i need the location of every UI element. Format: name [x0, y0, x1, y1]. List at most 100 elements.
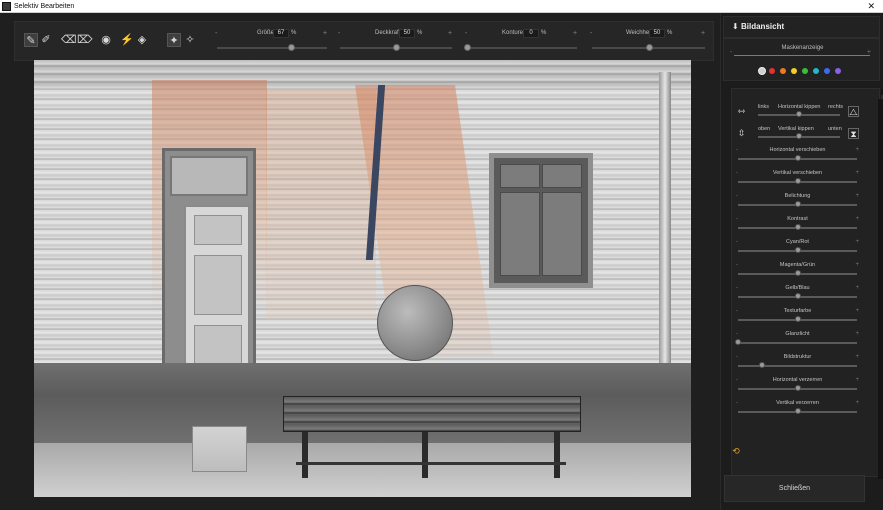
eraser-icon[interactable]: ⌫ — [61, 33, 77, 47]
flip-v-icon[interactable]: ⇳ — [736, 128, 747, 139]
window-title: Selektiv Bearbeiten — [14, 3, 75, 10]
mask-display-box: - Maskenanzeige + — [723, 38, 880, 81]
adjustment-slider[interactable]: - Magenta/Grün + — [736, 262, 859, 282]
adjustment-knob[interactable] — [794, 201, 801, 207]
adjustment-knob[interactable] — [794, 224, 801, 230]
adjustment-knob[interactable] — [735, 339, 741, 345]
opacity-value[interactable]: 50 — [399, 29, 415, 38]
opacity-slider[interactable]: - Deckkraft 50 % + — [338, 28, 455, 58]
adjustment-knob[interactable] — [794, 385, 801, 391]
auto-icon[interactable]: ✧ — [183, 33, 197, 47]
adjustment-slider[interactable]: - Vertikal verzerren + — [736, 400, 859, 420]
adjustment-slider[interactable]: - Horizontal verschieben + — [736, 147, 859, 167]
adjustment-slider[interactable]: - Cyan/Rot + — [736, 239, 859, 259]
wand-icon[interactable]: ⚡ — [120, 33, 134, 47]
adjustment-label: Texturfarbe — [783, 308, 812, 314]
adjustment-knob[interactable] — [794, 270, 801, 276]
adjustment-knob[interactable] — [794, 247, 801, 253]
image-canvas[interactable] — [34, 60, 691, 497]
adjustment-knob[interactable] — [794, 178, 801, 184]
title-bar: Selektiv Bearbeiten ✕ — [0, 0, 883, 13]
softness-knob[interactable] — [645, 44, 653, 51]
contours-slider[interactable]: - Konturen 0 % + — [464, 28, 580, 58]
adjustment-label: Bildstruktur — [783, 354, 812, 360]
mask-color-swatch[interactable] — [758, 67, 766, 75]
flip-horizontal-row: ⇿ links Horizontal kippen rechts ⧍ — [736, 104, 859, 117]
adjustment-knob[interactable] — [794, 155, 801, 161]
right-scrollbar[interactable] — [878, 99, 883, 479]
bench — [283, 396, 581, 432]
size-track[interactable] — [217, 47, 327, 49]
color-mask-stroke — [266, 90, 376, 320]
adjustment-knob[interactable] — [794, 316, 801, 322]
reset-icon[interactable]: ⟲ — [730, 445, 742, 457]
flip-h-icon[interactable]: ⇿ — [736, 106, 747, 117]
window — [489, 153, 593, 288]
adjustment-slider[interactable]: - Texturfarbe + — [736, 308, 859, 328]
adjustment-label: Vertikal verschieben — [772, 170, 823, 176]
mask-color-swatch[interactable] — [791, 68, 797, 74]
ground — [34, 443, 691, 497]
bench-leg — [302, 432, 308, 478]
view-header[interactable]: ⬇ Bildansicht — [723, 16, 880, 38]
main-area: ✎ ✐ ⌫ ⌦ ◉ ⚡ ◈ ✦ ✧ - Größe 67 % + - Deckk… — [0, 13, 720, 510]
adjustment-knob[interactable] — [794, 293, 801, 299]
adjustment-slider[interactable]: - Bildstruktur + — [736, 354, 859, 374]
roof-area — [34, 60, 691, 88]
adjustment-label: Belichtung — [784, 193, 811, 199]
fill-icon[interactable]: ◈ — [135, 33, 149, 47]
softness-value[interactable]: 50 — [649, 29, 665, 38]
adjustment-slider[interactable]: - Vertikal verschieben + — [736, 170, 859, 190]
adjustments-panel: ⇿ links Horizontal kippen rechts ⧍ ⇳ obe… — [731, 88, 883, 478]
opacity-knob[interactable] — [393, 44, 400, 51]
adjustment-slider[interactable]: - Gelb/Blau + — [736, 285, 859, 305]
mask-color-swatch[interactable] — [813, 68, 819, 74]
toolbar: ✎ ✐ ⌫ ⌦ ◉ ⚡ ◈ ✦ ✧ - Größe 67 % + - Deckk… — [14, 21, 714, 61]
flip-vertical-label: Vertikal kippen — [778, 126, 814, 132]
contours-value[interactable]: 0 — [523, 29, 539, 38]
collapse-arrow-icon[interactable]: ⬇ — [732, 22, 739, 31]
mask-color-swatch[interactable] — [835, 68, 841, 74]
size-knob[interactable] — [287, 44, 295, 51]
size-value[interactable]: 67 — [273, 29, 289, 38]
adjustment-slider[interactable]: - Glanzlicht + — [735, 331, 859, 351]
eraser-edit-icon[interactable]: ⌦ — [77, 33, 93, 47]
opacity-label: Deckkraft — [375, 30, 401, 36]
brush-icon[interactable]: ✎ — [24, 33, 38, 47]
brush-cursor — [377, 285, 453, 361]
adjustment-label: Horizontal verzerren — [772, 377, 823, 383]
softness-slider[interactable]: - Weichheit 50 % + — [590, 28, 708, 58]
mask-color-swatch[interactable] — [769, 68, 775, 74]
adjustment-slider[interactable]: - Kontrast + — [736, 216, 859, 236]
flip-horizontal-knob[interactable] — [796, 111, 802, 117]
right-panel: ⬇ Bildansicht - Maskenanzeige + ⇿ links … — [720, 13, 883, 510]
close-button[interactable]: Schließen — [724, 475, 865, 502]
adjustment-slider[interactable]: - Belichtung + — [736, 193, 859, 213]
adjustment-track[interactable] — [738, 342, 857, 344]
adjustment-knob[interactable] — [794, 408, 801, 414]
mask-color-swatch[interactable] — [780, 68, 786, 74]
close-window-button[interactable]: ✕ — [867, 0, 875, 12]
mask-display-slider[interactable] — [734, 55, 870, 56]
mask-color-swatch[interactable] — [802, 68, 808, 74]
adjustment-label: Magenta/Grün — [779, 262, 816, 268]
app-icon — [2, 2, 11, 11]
mask-view-icon[interactable]: ✦ — [167, 33, 181, 47]
size-slider[interactable]: - Größe 67 % + — [215, 28, 330, 58]
flip-horizontal-label: Horizontal kippen — [778, 104, 821, 110]
contours-knob[interactable] — [464, 44, 471, 51]
flip-v-preview-icon[interactable]: ⧗ — [848, 128, 859, 139]
adjustment-track[interactable] — [738, 365, 857, 367]
flip-vertical-knob[interactable] — [796, 133, 802, 139]
contours-track[interactable] — [467, 47, 577, 49]
adjustment-label: Gelb/Blau — [785, 285, 810, 291]
flip-h-preview-icon[interactable]: ⧍ — [848, 106, 859, 117]
bench-leg — [422, 432, 428, 478]
mask-color-swatch[interactable] — [824, 68, 830, 74]
adjustment-knob[interactable] — [758, 362, 765, 368]
adjustment-label: Vertikal verzerren — [776, 400, 819, 406]
color-picker-icon[interactable]: ◉ — [99, 33, 113, 47]
brush-edit-icon[interactable]: ✐ — [39, 33, 53, 47]
adjustment-slider[interactable]: - Horizontal verzerren + — [736, 377, 859, 397]
adjustment-label: Horizontal verschieben — [769, 147, 826, 153]
